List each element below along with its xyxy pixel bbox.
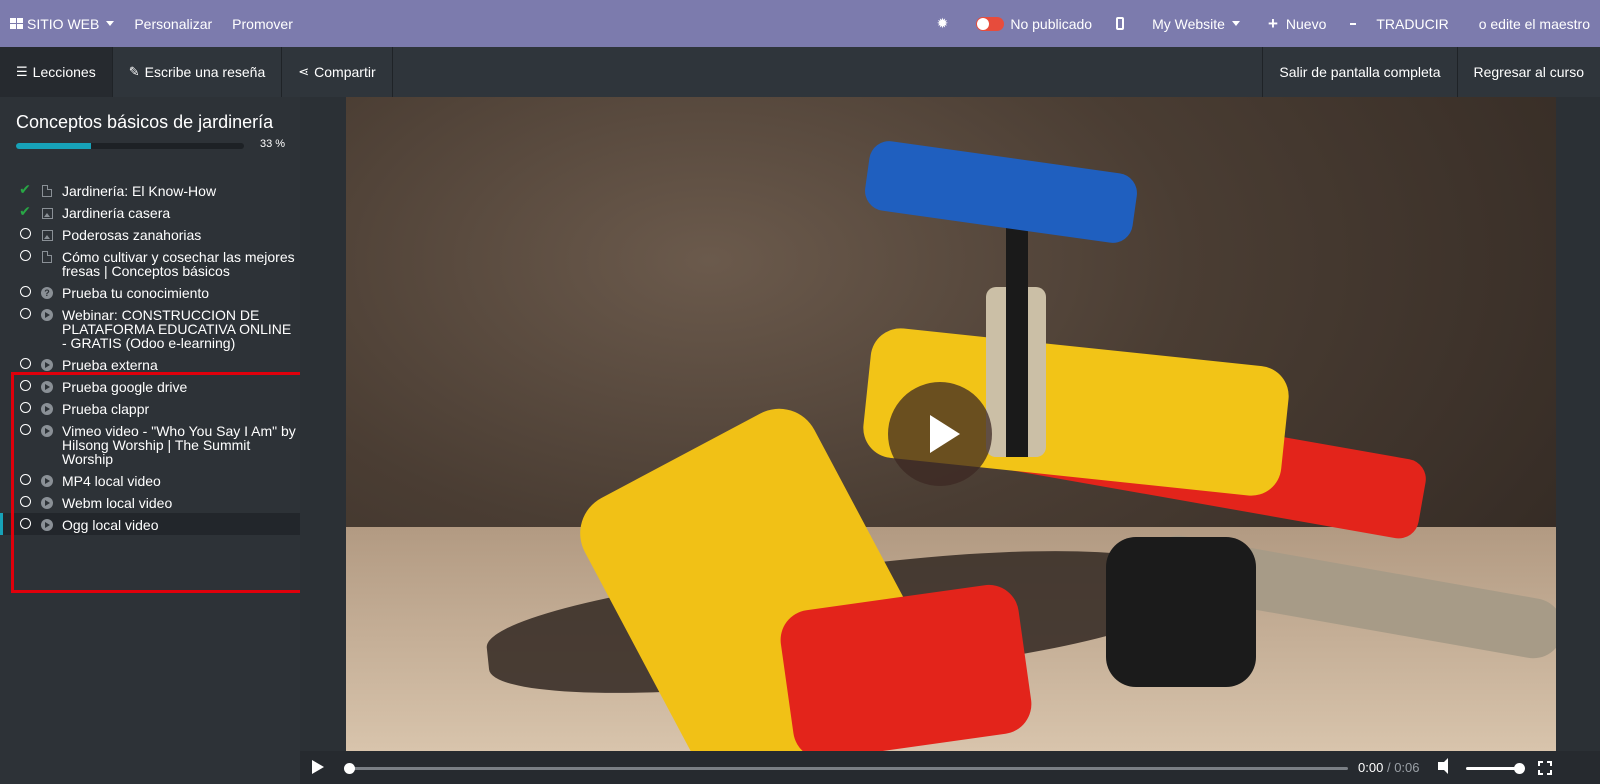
new-content-label: Nuevo [1285, 15, 1327, 32]
seek-bar[interactable] [344, 763, 1348, 774]
video-controls: 0:00 / 0:06 [300, 751, 1600, 784]
chevron-down-icon [106, 21, 115, 26]
current-time: 0:00 [1358, 760, 1384, 775]
time-display: 0:00 / 0:06 [1358, 760, 1420, 775]
course-fullscreen-bar: ☰ Lecciones ✎ Escribe una reseña ⋖ Compa… [0, 47, 1600, 97]
back-to-course-button[interactable]: Regresar al curso [1456, 47, 1600, 97]
publish-toggle[interactable]: No publicado [958, 0, 1102, 47]
tab-share-label: Compartir [314, 64, 376, 80]
lesson-label: Poderosas zanahorias [62, 227, 202, 243]
seek-handle[interactable] [344, 763, 355, 774]
course-progress-fill [16, 143, 92, 149]
lesson-item[interactable]: Webinar: CONSTRUCCION DE PLATAFORMA EDUC… [0, 303, 300, 353]
mobile-preview-icon[interactable] [1102, 0, 1138, 47]
question-icon: ? [40, 286, 54, 300]
lesson-item[interactable]: Poderosas zanahorias [0, 223, 300, 245]
website-menu[interactable]: SITIO WEB [0, 0, 124, 47]
publish-status-label: No publicado [1010, 15, 1093, 32]
personalize-menu[interactable]: Personalizar [124, 0, 222, 47]
website-menu-label: SITIO WEB [27, 15, 100, 32]
tab-write-review[interactable]: ✎ Escribe una reseña [113, 47, 283, 97]
toggle-switch[interactable] [976, 16, 1005, 31]
circle-icon [18, 248, 32, 262]
lesson-label: Jardinería casera [62, 205, 171, 221]
chevron-down-icon [1231, 21, 1240, 26]
play-circle-icon [40, 358, 54, 372]
apps-grid-icon [10, 18, 23, 29]
document-icon [40, 250, 54, 264]
translate-button[interactable]: TRADUCIR [1366, 0, 1458, 47]
admin-topbar: SITIO WEB Personalizar Promover ✹ No pub… [0, 0, 1600, 47]
lesson-label: Webinar: CONSTRUCCION DE PLATAFORMA EDUC… [62, 307, 292, 351]
big-play-button[interactable] [888, 382, 992, 486]
debug-bug-icon[interactable]: ✹ [927, 0, 959, 47]
play-circle-icon [40, 308, 54, 322]
play-icon[interactable] [312, 760, 324, 774]
volume-handle[interactable] [1514, 763, 1525, 774]
edit-master-link[interactable]: o edite el maestro [1459, 0, 1600, 47]
lesson-item[interactable]: ✔ Jardinería casera [0, 201, 300, 223]
lesson-item[interactable]: Cómo cultivar y cosechar las mejores fre… [0, 245, 300, 281]
tab-lessons[interactable]: ☰ Lecciones [0, 47, 113, 97]
share-icon: ⋖ [298, 64, 310, 79]
lesson-label: Prueba externa [62, 357, 158, 373]
image-icon [40, 206, 54, 220]
website-switcher-label: My Website [1152, 15, 1225, 32]
course-progress-text: 33 % [260, 138, 286, 150]
menu-bars-icon: ☰ [16, 64, 28, 79]
time-separator: / [1386, 760, 1391, 775]
video-player: 0:00 / 0:06 [300, 97, 1600, 784]
lesson-item[interactable]: ✔ Jardinería: El Know-How [0, 179, 300, 201]
image-icon [40, 228, 54, 242]
volume-icon[interactable] [1438, 758, 1448, 774]
circle-icon [18, 284, 32, 298]
tab-share[interactable]: ⋖ Compartir [282, 47, 393, 97]
lesson-label: Cómo cultivar y cosechar las mejores fre… [62, 249, 295, 279]
website-switcher[interactable]: My Website [1138, 0, 1250, 47]
pencil-icon: ✎ [128, 64, 140, 79]
duration: 0:06 [1394, 760, 1420, 775]
fullscreen-icon[interactable] [1538, 761, 1552, 775]
document-icon [40, 184, 54, 198]
check-icon: ✔ [19, 181, 31, 197]
tab-write-review-label: Escribe una reseña [144, 64, 266, 80]
circle-icon [18, 226, 32, 240]
new-content-button[interactable]: + Nuevo [1250, 0, 1336, 47]
exit-fullscreen-button[interactable]: Salir de pantalla completa [1262, 47, 1456, 97]
course-progress-bar [16, 143, 244, 149]
course-title: Conceptos básicos de jardinería [16, 112, 274, 132]
promote-menu[interactable]: Promover [222, 0, 303, 47]
volume-slider[interactable] [1466, 763, 1525, 774]
plus-icon: + [1267, 13, 1278, 33]
lesson-label: Jardinería: El Know-How [62, 183, 217, 199]
highlight-annotation-box [11, 372, 325, 593]
language-dropdown[interactable] [1336, 0, 1366, 47]
check-icon: ✔ [19, 203, 31, 219]
lesson-item[interactable]: ? Prueba tu conocimiento [0, 281, 300, 303]
circle-icon [18, 356, 32, 370]
circle-icon [18, 306, 32, 320]
tab-lessons-label: Lecciones [32, 64, 96, 80]
lesson-label: Prueba tu conocimiento [62, 285, 210, 301]
video-frame[interactable] [346, 97, 1556, 751]
